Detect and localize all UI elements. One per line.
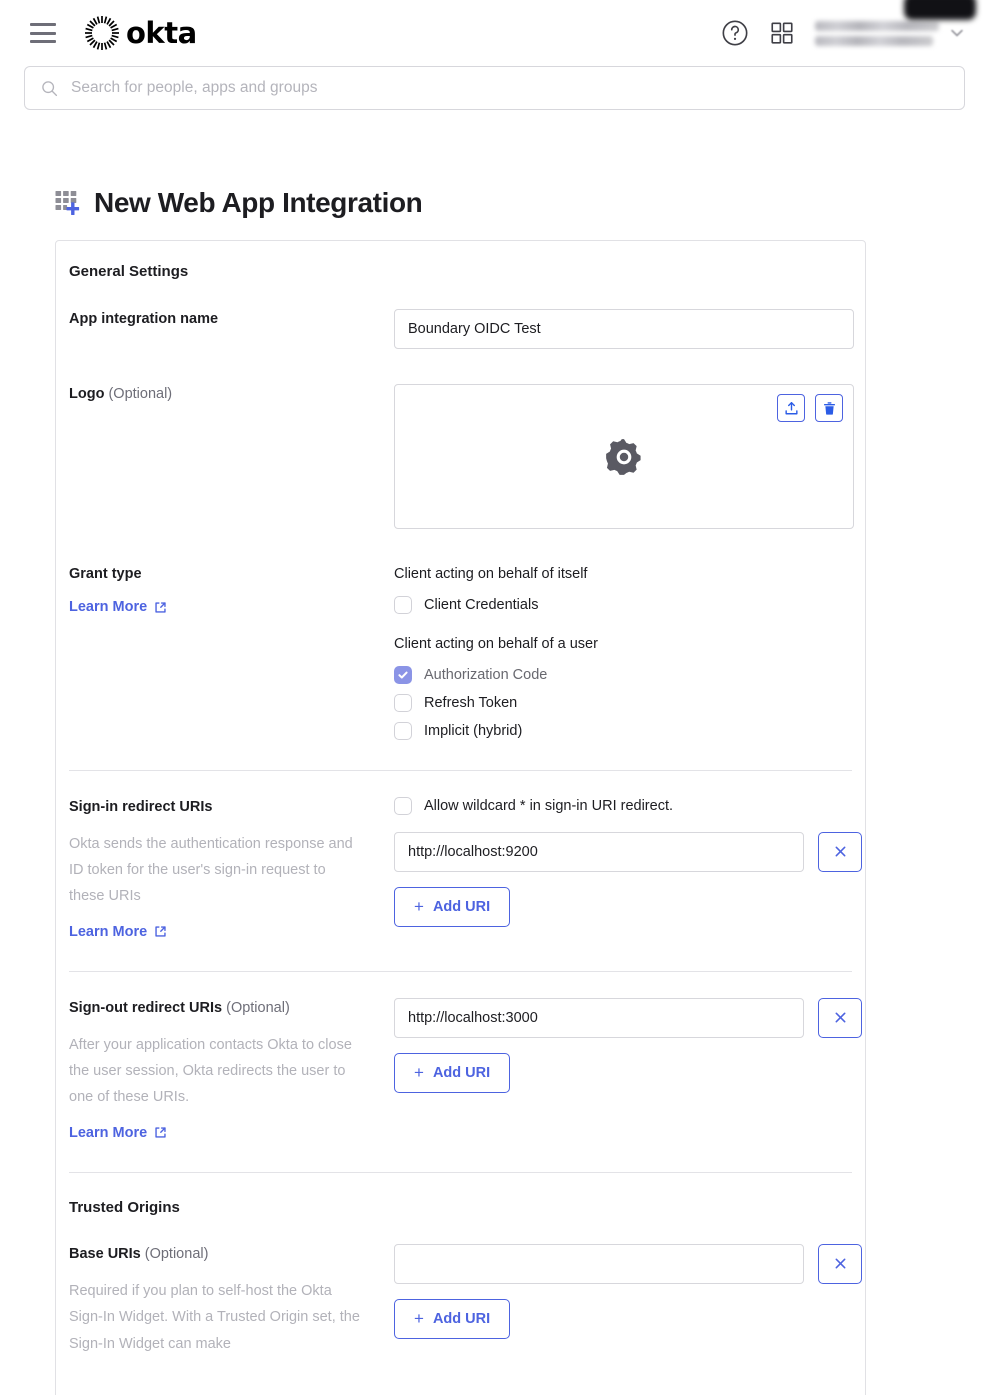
plus-icon: + <box>414 897 424 916</box>
add-uri-label: Add URI <box>432 1310 491 1327</box>
app-integration-name-label: App integration name <box>69 311 219 327</box>
account-menu[interactable] <box>815 20 967 46</box>
top-navigation-bar: okta <box>0 0 989 66</box>
logo-actions <box>777 394 843 422</box>
page-header: New Web App Integration <box>55 187 989 219</box>
search-input[interactable] <box>71 79 948 97</box>
global-search-container <box>0 66 989 110</box>
redaction-overlay <box>904 0 976 20</box>
grid-plus-icon <box>55 190 80 215</box>
remove-sign-out-uri-button[interactable] <box>818 997 862 1038</box>
checkbox-box[interactable] <box>394 693 412 712</box>
add-uri-label: Add URI <box>432 898 491 915</box>
base-uris-row: Base URIs (Optional) Required if you pla… <box>56 1243 865 1357</box>
chevron-down-icon <box>951 29 963 37</box>
close-icon <box>835 1012 845 1023</box>
base-uri-input[interactable] <box>394 1243 804 1284</box>
global-search-box[interactable] <box>24 66 965 110</box>
upload-icon[interactable] <box>777 394 805 422</box>
base-uris-helper: Required if you plan to self-host the Ok… <box>69 1282 360 1352</box>
section-divider <box>69 1171 852 1173</box>
sign-out-redirect-learn-more-link[interactable]: Learn More <box>69 1125 167 1141</box>
sign-in-redirect-uri-input[interactable] <box>394 831 804 872</box>
close-icon <box>835 846 845 857</box>
checkbox-box[interactable] <box>394 665 412 684</box>
checkbox-implicit-hybrid[interactable]: Implicit (hybrid) <box>394 721 852 740</box>
logo-upload-box[interactable] <box>394 384 854 529</box>
add-sign-out-uri-button[interactable]: + Add URI <box>394 1052 511 1093</box>
sign-out-redirect-helper: After your application contacts Okta to … <box>69 1036 352 1106</box>
plus-icon: + <box>414 1063 424 1083</box>
base-uri-row <box>394 1243 862 1284</box>
trusted-origins-heading: Trusted Origins <box>69 1198 180 1216</box>
checkbox-authorization-code[interactable]: Authorization Code <box>394 665 852 684</box>
checkbox-label: Allow wildcard * in sign-in URI redirect… <box>424 797 673 814</box>
grant-type-options: Client acting on behalf of itself Client… <box>394 564 852 740</box>
okta-sunburst-icon <box>85 16 119 50</box>
grant-type-learn-more-link[interactable]: Learn More <box>69 599 167 615</box>
checkbox-allow-wildcard[interactable]: Allow wildcard * in sign-in URI redirect… <box>394 796 862 815</box>
logo-row: Logo (Optional) <box>56 384 865 529</box>
checkbox-client-credentials[interactable]: Client Credentials <box>394 595 852 614</box>
okta-wordmark: okta <box>126 16 197 50</box>
grant-group-0: Client acting on behalf of itself Client… <box>394 564 852 614</box>
checkbox-box[interactable] <box>394 796 412 815</box>
remove-sign-in-uri-button[interactable] <box>818 831 862 872</box>
sign-in-redirect-learn-more-link[interactable]: Learn More <box>69 924 167 940</box>
apps-grid-icon[interactable] <box>769 20 795 46</box>
close-icon <box>835 1258 845 1269</box>
sign-in-uri-row <box>394 831 862 872</box>
sign-in-redirect-label: Sign-in redirect URIs <box>69 798 213 815</box>
account-email-redacted <box>815 20 939 46</box>
sign-out-uri-row <box>394 997 862 1038</box>
add-base-uri-button[interactable]: + Add URI <box>394 1298 511 1339</box>
add-uri-label: Add URI <box>432 1064 491 1081</box>
help-circle-icon[interactable] <box>721 19 749 47</box>
search-icon <box>42 80 58 96</box>
grant-type-label: Grant type <box>69 566 142 582</box>
checkbox-label: Authorization Code <box>424 666 548 683</box>
checkbox-box[interactable] <box>394 595 412 614</box>
sign-out-redirect-label: Sign-out redirect URIs (Optional) <box>69 999 290 1016</box>
card-heading: General Settings <box>69 263 189 280</box>
grant-type-row: Grant type Learn More Client acting on b… <box>56 564 865 740</box>
plus-icon: + <box>414 1309 424 1329</box>
checkbox-refresh-token[interactable]: Refresh Token <box>394 693 852 712</box>
external-link-icon <box>155 601 166 613</box>
app-integration-name-row: App integration name <box>56 309 865 349</box>
sign-out-redirect-row: Sign-out redirect URIs (Optional) After … <box>56 997 865 1142</box>
gear-icon <box>606 438 641 475</box>
add-sign-in-uri-button[interactable]: + Add URI <box>394 886 511 927</box>
general-settings-card: General Settings App integration name Lo… <box>55 240 866 1395</box>
section-divider <box>69 769 852 771</box>
hamburger-menu-icon[interactable] <box>30 23 56 43</box>
top-bar-actions <box>721 19 967 47</box>
grant-group-title: Client acting on behalf of itself <box>394 566 588 582</box>
logo-label: Logo (Optional) <box>69 386 173 402</box>
remove-base-uri-button[interactable] <box>818 1243 862 1284</box>
sign-in-redirect-row: Sign-in redirect URIs Okta sends the aut… <box>56 796 865 941</box>
trash-icon[interactable] <box>815 394 843 422</box>
app-integration-name-input[interactable] <box>394 309 854 349</box>
okta-logo[interactable]: okta <box>82 13 197 53</box>
external-link-icon <box>155 926 166 937</box>
checkbox-label: Implicit (hybrid) <box>424 722 523 739</box>
section-divider <box>69 970 852 972</box>
page-title: New Web App Integration <box>94 187 423 218</box>
sign-in-redirect-helper: Okta sends the authentication response a… <box>69 835 353 905</box>
checkbox-label: Refresh Token <box>424 694 518 711</box>
sign-out-redirect-uri-input[interactable] <box>394 997 804 1038</box>
external-link-icon <box>155 1127 166 1138</box>
base-uris-label: Base URIs (Optional) <box>69 1245 209 1262</box>
checkbox-box[interactable] <box>394 721 412 740</box>
grant-group-1: Client acting on behalf of a user Author… <box>394 634 852 740</box>
checkbox-label: Client Credentials <box>424 596 539 613</box>
grant-group-title: Client acting on behalf of a user <box>394 635 598 652</box>
